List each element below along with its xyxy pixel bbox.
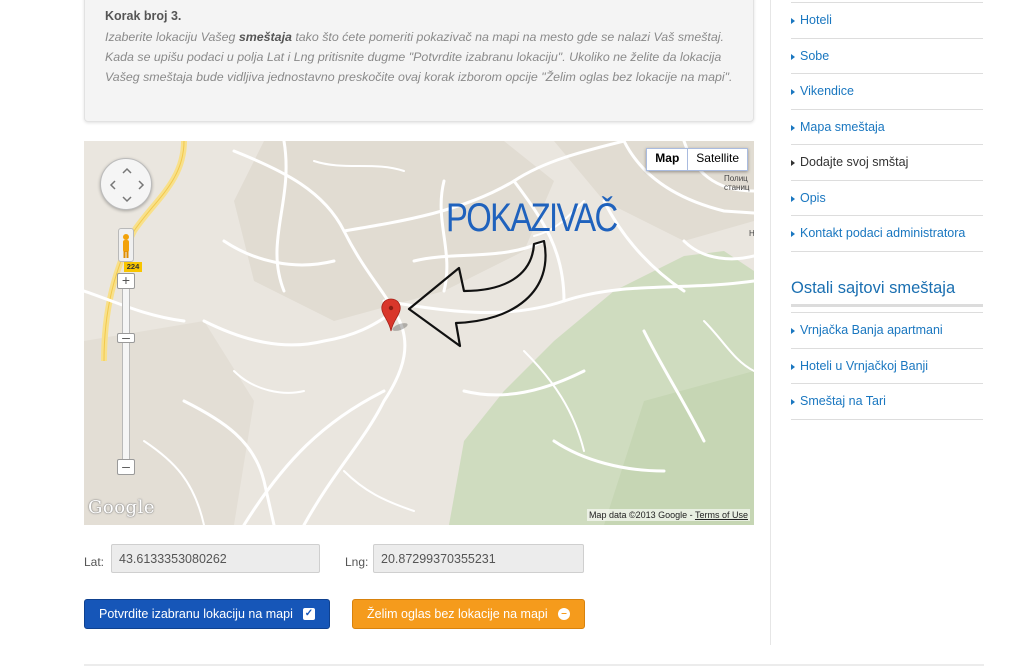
link-vrnjacka-banja-apartmani[interactable]: Vrnjačka Banja apartmani [791,313,983,349]
step-info-box: “ Korak broj 3. Izaberite lokaciju Vašeg… [84,0,754,122]
pointer-annotation-label: POKAZIVAČ [446,196,618,240]
zoom-in-button[interactable]: + [117,273,135,289]
skip-location-label: Želim oglas bez lokacije na mapi [367,607,548,621]
step-title: Korak broj 3. [105,9,182,23]
location-map[interactable]: POKAZIVAČ Полиц станиц Н Map Satellite 22… [84,141,754,525]
zoom-slider-handle[interactable]: – [117,330,135,344]
sidebar-item-hoteli[interactable]: Hoteli [791,3,983,39]
other-sites-heading: Ostali sajtovi smeštaja [791,279,983,307]
checkbox-check-icon: ✓ [303,608,315,620]
lat-field[interactable] [111,544,320,573]
confirm-location-label: Potvrdite izabranu lokaciju na mapi [99,607,293,621]
sidebar-menu: Hoteli Sobe Vikendice Mapa smeštaja Doda… [791,2,983,252]
road-number-badge: 224 [124,262,142,272]
other-sites-list: Vrnjačka Banja apartmani Hoteli u Vrnjač… [791,312,983,420]
pan-control[interactable] [100,158,152,210]
zoom-slider-track[interactable] [122,283,130,473]
sidebar-item-vikendice[interactable]: Vikendice [791,74,983,110]
skip-location-button[interactable]: Želim oglas bez lokacije na mapi – [352,599,585,629]
sidebar-item-opis[interactable]: Opis [791,181,983,216]
link-smestaj-tara[interactable]: Smeštaj na Tari [791,384,983,420]
google-logo: Google [88,497,155,518]
map-type-satellite-button[interactable]: Satellite [688,149,747,170]
confirm-location-button[interactable]: Potvrdite izabranu lokaciju na mapi ✓ [84,599,330,629]
lng-field[interactable] [373,544,584,573]
sidebar-item-dodajte-smestaj[interactable]: Dodajte svoj smštaj [791,145,983,181]
footer-divider [84,664,984,666]
minus-circle-icon: – [558,608,570,620]
map-attribution: Map data ©2013 Google - Terms of Use [586,509,750,521]
link-hoteli-vrnjacka-banja[interactable]: Hoteli u Vrnjačkoj Banji [791,349,983,384]
street-view-pegman-icon[interactable] [118,228,134,262]
terms-of-use-link[interactable]: Terms of Use [695,510,748,520]
sidebar-item-kontakt[interactable]: Kontakt podaci administratora [791,216,983,252]
map-tiles [84,141,754,525]
lng-label: Lng: [345,555,369,569]
lat-label: Lat: [84,555,105,569]
poi-label: Полиц станиц [724,174,750,192]
sidebar-divider [770,0,771,645]
zoom-out-button[interactable]: – [117,459,135,475]
map-type-map-button[interactable]: Map [647,149,689,170]
sidebar-item-mapa-smestaja[interactable]: Mapa smeštaja [791,110,983,145]
poi-label: Н [749,229,754,238]
map-type-control: Map Satellite [646,148,748,171]
step-description: Izaberite lokaciju Vašeg smeštaja tako š… [105,30,733,84]
sidebar-item-sobe[interactable]: Sobe [791,39,983,74]
pan-arrows-icon [109,167,145,203]
